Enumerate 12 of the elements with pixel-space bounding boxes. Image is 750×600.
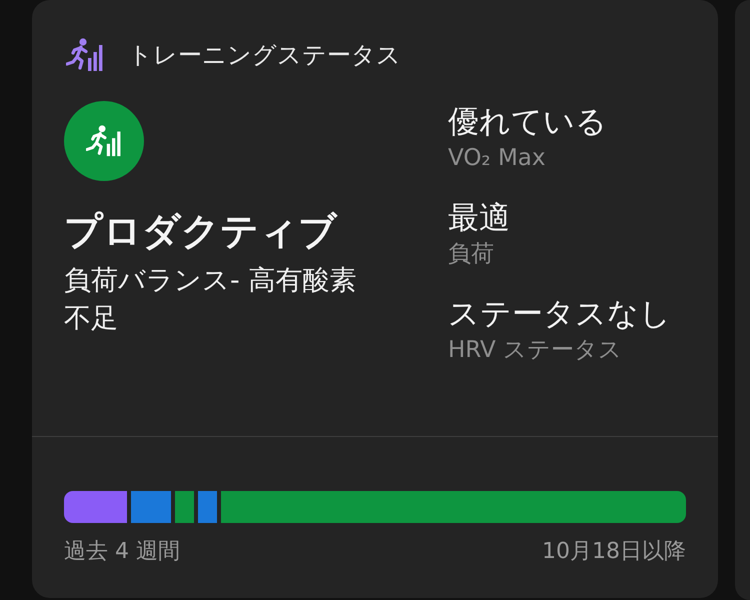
status-title: プロダクティブ bbox=[64, 208, 338, 255]
period-label: 過去 4 週間 bbox=[64, 538, 180, 566]
metric-value: 最適 bbox=[448, 200, 511, 236]
metric-value: ステータスなし bbox=[448, 296, 671, 332]
card-title: トレーニングステータス bbox=[128, 40, 401, 71]
metric-value: 優れている bbox=[448, 104, 608, 140]
runner-with-bars-icon bbox=[66, 37, 104, 73]
metric-label: HRV ステータス bbox=[448, 336, 624, 365]
date-range-label: 10月18日以降 bbox=[542, 538, 686, 566]
metric-label: 負荷 bbox=[448, 240, 495, 269]
status-description: 負荷バランス- 高有酸素不足 bbox=[64, 264, 358, 336]
metric-label: VO₂ Max bbox=[448, 144, 547, 173]
